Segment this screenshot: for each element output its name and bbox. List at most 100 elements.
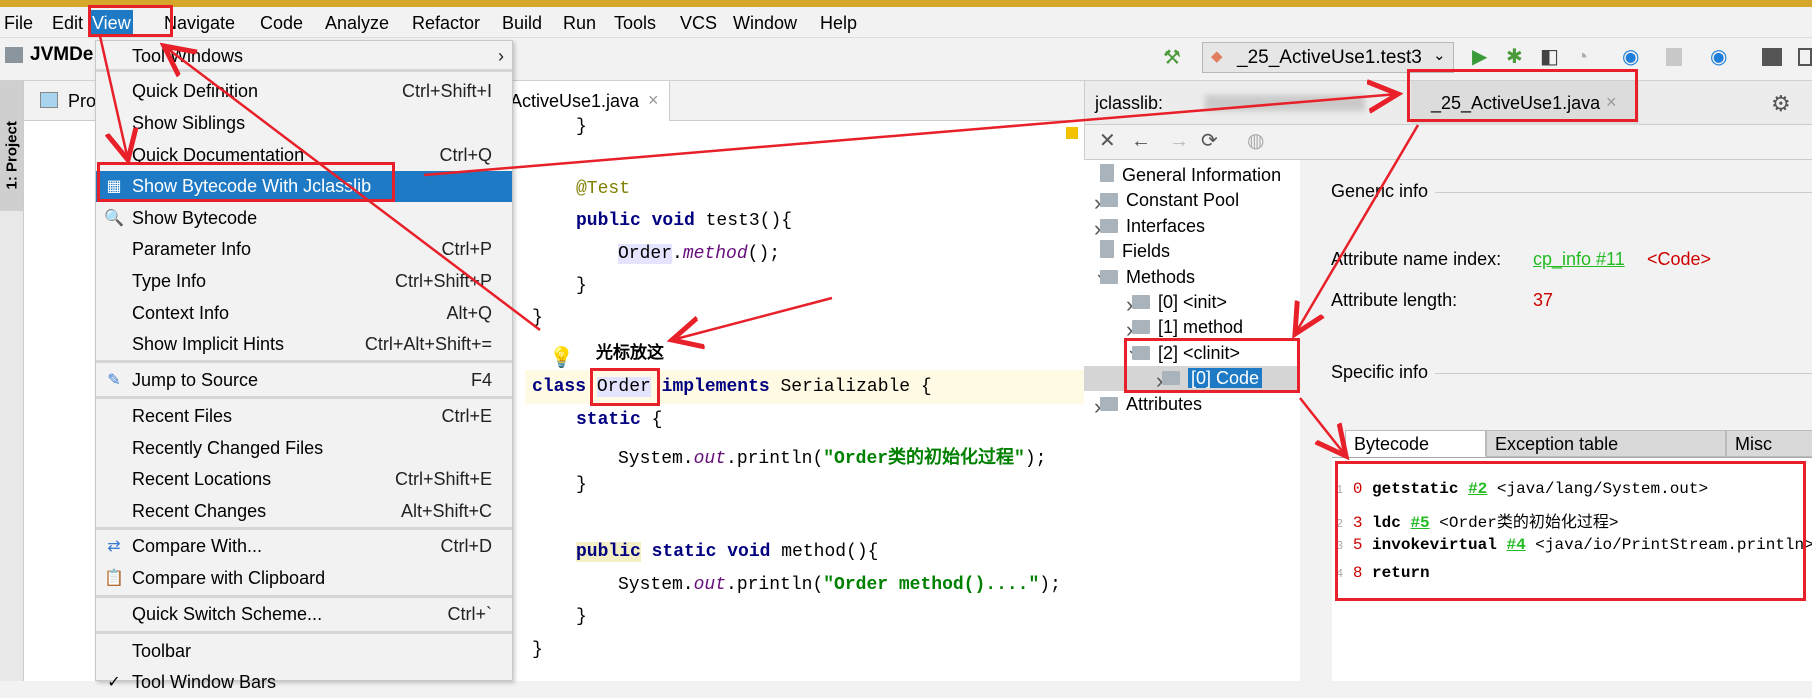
tab-exception-table[interactable]: Exception table [1486,430,1726,457]
menu-item-toolbar[interactable]: Toolbar [96,636,512,667]
menu-bar: File Edit View Navigate Code Analyze Refactor B… [0,7,1812,38]
menu-item-context-info[interactable]: Context Info Alt+Q [96,298,512,329]
tab-misc[interactable]: Misc [1726,430,1812,457]
menu-navigate[interactable]: Navigate [162,10,237,36]
folder-icon [1100,218,1118,233]
tree-item[interactable]: Interfaces [1100,214,1205,239]
tree-item[interactable]: [0] Code [1162,366,1263,391]
close-icon[interactable]: × [1606,92,1617,113]
line-number: 2 [1336,517,1344,531]
divider [1435,192,1812,193]
attr-length-value: 37 [1533,290,1554,310]
menu-item-quick-switch-scheme[interactable]: Quick Switch Scheme... Ctrl+` [96,599,512,630]
menu-run[interactable]: Run [561,10,598,36]
globe-icon[interactable]: ◍ [1247,129,1264,153]
back-arrow-icon[interactable]: ← [1131,129,1151,153]
lightbulb-icon[interactable]: 💡 [549,345,574,370]
menu-separator [96,360,512,363]
close-icon[interactable]: × [648,90,659,111]
gauge-icon[interactable]: ◉ [1622,45,1639,69]
profile-icon[interactable]: ◔ [1576,45,1588,69]
menu-item-recent-files[interactable]: Recent Files Ctrl+E [96,401,512,432]
menu-separator [96,527,512,530]
tab-bytecode[interactable]: Bytecode [1345,430,1486,457]
menu-refactor[interactable]: Refactor [410,10,482,36]
file-icon [1100,164,1114,182]
project-name[interactable]: JVMDe [30,44,93,66]
gauge-alt-icon[interactable]: ◉ [1710,45,1727,69]
project-tool-button[interactable]: 1: Project [0,81,23,211]
tree-item[interactable]: [1] method [1132,315,1243,340]
bytecode-view[interactable]: 1 0 getstatic #2 <java/lang/System.out> … [1332,457,1812,681]
tree-item[interactable]: General Information [1100,163,1281,188]
menu-code[interactable]: Code [258,10,305,36]
tree-item[interactable]: [2] <clinit> [1132,341,1240,366]
checkmark-icon: ✓ [107,674,121,691]
bytecode-line: 1 0 getstatic #2 <java/lang/System.out> [1336,480,1718,498]
refresh-icon[interactable]: ⟳ [1201,129,1218,153]
menu-edit[interactable]: Edit [50,10,85,36]
menu-item-quick-documentation[interactable]: Quick Documentation Ctrl+Q [96,140,512,171]
tree-item[interactable]: [0] <init> [1132,290,1227,315]
constant-ref-link[interactable]: #2 [1468,480,1487,498]
menu-file[interactable]: File [2,10,35,36]
junit-icon: ◆ [1211,48,1223,65]
menu-item-compare-with[interactable]: ⇄ Compare With... Ctrl+D [96,531,512,562]
menu-item-shortcut: Ctrl+Alt+Shift+= [364,334,492,354]
menu-item-show-implicit-hints[interactable]: Show Implicit Hints Ctrl+Alt+Shift+= [96,329,512,360]
bytecode-line: 3 5 invokevirtual #4 <java/io/PrintStrea… [1336,536,1812,554]
menu-item-quick-definition[interactable]: Quick Definition Ctrl+Shift+I [96,76,512,107]
forward-arrow-icon[interactable]: → [1169,129,1189,153]
project-structure-icon[interactable] [1762,48,1782,66]
coverage-icon[interactable]: ◧ [1540,45,1559,69]
run-config-dropdown[interactable]: ◆ _25_ActiveUse1.test3 ⌄ [1202,42,1454,73]
menu-tools[interactable]: Tools [612,10,658,36]
menu-build[interactable]: Build [500,10,544,36]
menu-item-recently-changed-files[interactable]: Recently Changed Files [96,433,512,464]
run-config-label: _25_ActiveUse1.test3 [1237,47,1422,68]
run-icon[interactable]: ▶ [1472,45,1487,69]
menu-item-tool-windows[interactable]: Tool Windows › [96,41,512,72]
jclasslib-tab[interactable]: _25_ActiveUse1.java × [1411,81,1639,125]
folder-icon [1100,396,1118,411]
menu-view[interactable]: View [90,10,133,36]
menu-item-label: Recent Files [132,406,233,426]
project-folder-icon [5,47,23,63]
folder-icon [1100,193,1118,208]
tree-item[interactable]: Methods [1100,265,1195,290]
project-view-selector[interactable]: Pro [68,91,96,112]
gear-icon[interactable]: ⚙ [1771,91,1791,117]
constant-ref-link[interactable]: #5 [1410,514,1429,532]
tree-item[interactable]: Attributes [1100,392,1202,417]
menu-help[interactable]: Help [818,10,859,36]
cp-info-link[interactable]: cp_info #11 [1533,249,1625,270]
constant-ref-link[interactable]: #4 [1506,536,1525,554]
menu-item-show-siblings[interactable]: Show Siblings [96,108,512,139]
menu-item-recent-changes[interactable]: Recent Changes Alt+Shift+C [96,496,512,527]
editor-tab[interactable]: ActiveUse1.java × [505,81,670,121]
menu-item-recent-locations[interactable]: Recent Locations Ctrl+Shift+E [96,464,512,495]
opcode-argument: <Order类的初始化过程> [1439,514,1619,532]
menu-item-show-bytecode-with-jclasslib[interactable]: ▦ Show Bytecode With Jclasslib [96,171,512,202]
stop-icon[interactable] [1666,48,1682,66]
menu-window[interactable]: Window [731,10,799,36]
menu-analyze[interactable]: Analyze [323,10,391,36]
build-hammer-icon[interactable]: ⚒ [1163,46,1181,70]
code-editor[interactable]: ActiveUse1.java × 💡 } @Test public void … [505,81,1084,681]
menu-item-show-bytecode[interactable]: 🔍 Show Bytecode [96,203,512,234]
tree-item[interactable]: Fields [1100,239,1170,264]
debug-icon[interactable]: ✱ [1506,45,1523,69]
menu-item-tool-window-bars[interactable]: ✓ Tool Window Bars [96,667,512,698]
compare-clipboard-icon: 📋 [104,570,124,587]
menu-vcs[interactable]: VCS [678,10,719,36]
specific-info-heading: Specific info [1331,362,1429,382]
tree-item[interactable]: Constant Pool [1100,188,1239,213]
menu-item-compare-with-clipboard[interactable]: 📋 Compare with Clipboard [96,563,512,594]
menu-item-type-info[interactable]: Type Info Ctrl+Shift+P [96,266,512,297]
pencil-icon: ✎ [107,372,121,389]
close-icon[interactable]: ✕ [1099,129,1116,153]
tree-item-label: Interfaces [1126,215,1206,236]
run-window-icon[interactable] [1798,48,1812,66]
menu-item-parameter-info[interactable]: Parameter Info Ctrl+P [96,234,512,265]
menu-item-jump-to-source[interactable]: ✎ Jump to Source F4 [96,365,512,396]
